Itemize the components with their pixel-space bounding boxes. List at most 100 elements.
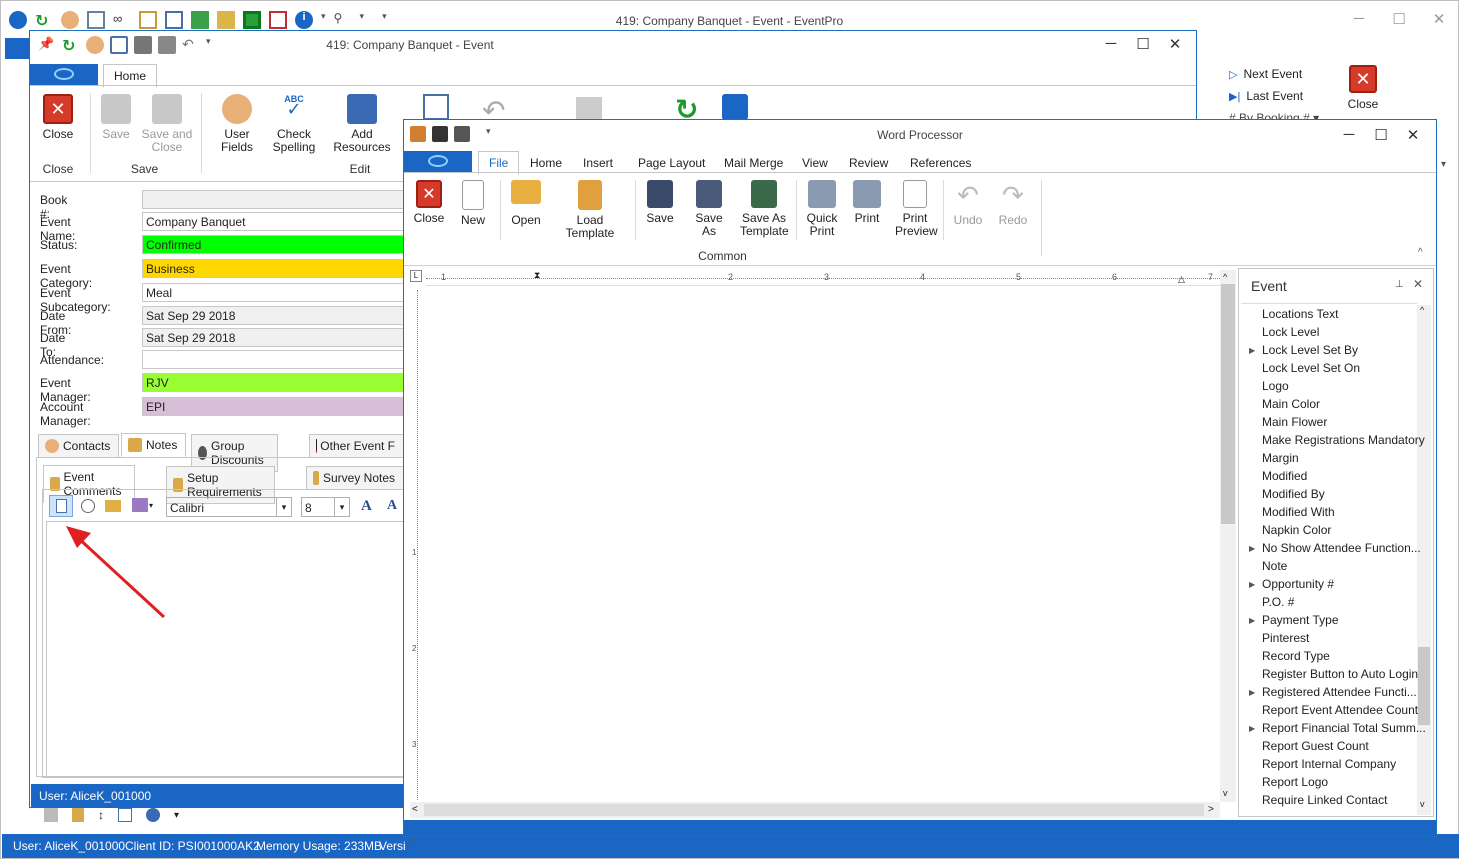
wp-new-button[interactable]: New — [456, 180, 490, 227]
chevron-down-icon[interactable]: ▾ — [174, 810, 179, 821]
scroll-down-icon[interactable]: v — [1223, 788, 1228, 798]
open-folder-icon[interactable] — [105, 500, 121, 512]
main-close-button[interactable]: ✕ Close — [1343, 65, 1383, 111]
field-list-item[interactable]: Note — [1262, 559, 1287, 573]
tab-selector-icon[interactable]: L — [410, 270, 422, 282]
minimize-icon[interactable]: ─ — [1102, 35, 1120, 53]
event-subcategory-field[interactable]: Meal — [142, 283, 404, 302]
field-list-item[interactable]: Report Financial Total Summ... — [1262, 721, 1426, 735]
field-list-item[interactable]: Require Linked Contact — [1262, 793, 1387, 807]
event-manager-field[interactable]: RJV — [142, 373, 404, 392]
format-icon[interactable] — [132, 498, 148, 512]
wp-app-button[interactable] — [404, 151, 472, 172]
sort-icon[interactable]: ↕ — [98, 808, 104, 822]
scroll-right-icon[interactable]: > — [1208, 804, 1214, 815]
expand-arrow-icon[interactable]: ▶ — [1249, 346, 1255, 355]
grow-font-icon[interactable]: A — [361, 498, 372, 515]
tab-home[interactable]: Home — [530, 156, 562, 170]
panel-scrollbar[interactable]: ^ v — [1417, 305, 1431, 815]
expand-arrow-icon[interactable]: ▶ — [1249, 580, 1255, 589]
field-list-item[interactable]: Main Flower — [1262, 415, 1327, 429]
globe-icon[interactable] — [146, 808, 160, 822]
event-app-button[interactable] — [30, 64, 98, 85]
user-fields-button[interactable]: User Fields — [207, 94, 267, 154]
find-icon[interactable] — [81, 499, 95, 513]
field-list-item[interactable]: Modified — [1262, 469, 1307, 483]
font-select[interactable]: Calibri ▾ — [166, 497, 292, 517]
wp-undo-button[interactable]: ↶ Undo — [950, 180, 986, 227]
scroll-up-icon[interactable]: ^ — [1223, 272, 1227, 282]
field-list-item[interactable]: Pinterest — [1262, 631, 1309, 645]
date-from-field[interactable]: Sat Sep 29 2018 — [142, 306, 404, 325]
field-list-item[interactable]: Report Logo — [1262, 775, 1328, 789]
tab-insert[interactable]: Insert — [583, 156, 613, 170]
document-vertical-scrollbar[interactable]: ^ v — [1220, 270, 1236, 802]
tab-other-event[interactable]: Other Event F — [309, 434, 404, 458]
tab-notes[interactable]: Notes — [121, 433, 187, 457]
wp-redo-button[interactable]: ↷ Redo — [995, 180, 1031, 227]
calculator-icon[interactable] — [423, 94, 449, 120]
event-category-field[interactable]: Business — [142, 259, 404, 278]
expand-arrow-icon[interactable]: ▶ — [1249, 616, 1255, 625]
check-spelling-button[interactable]: ABC ✓ Check Spelling — [270, 94, 318, 154]
maximize-icon[interactable]: ☐ — [1372, 126, 1390, 144]
wp-save-button[interactable]: Save — [642, 180, 678, 225]
wp-load-template-button[interactable]: Load Template — [552, 180, 628, 240]
field-list-item[interactable]: Lock Level — [1262, 325, 1319, 339]
field-list-item[interactable]: Modified With — [1262, 505, 1335, 519]
field-list-item[interactable]: Report Event Attendee Count — [1262, 703, 1418, 717]
open-word-processor-icon[interactable] — [49, 495, 73, 517]
wp-print-preview-button[interactable]: Print Preview — [895, 180, 938, 238]
font-size-select[interactable]: 8 ▾ — [301, 497, 350, 517]
maximize-icon[interactable]: ☐ — [1390, 10, 1408, 28]
grid-small-icon[interactable] — [118, 808, 132, 822]
vertical-ruler[interactable]: 1 2 3 4 — [410, 290, 424, 845]
field-list-item[interactable]: Main Color — [1262, 397, 1320, 411]
wp-close-button[interactable]: ✕ Close — [411, 180, 447, 225]
tab-mail-merge[interactable]: Mail Merge — [724, 156, 783, 170]
tab-contacts[interactable]: Contacts — [38, 434, 120, 458]
field-list-item[interactable]: Report Guest Count — [1262, 739, 1369, 753]
field-list-item[interactable]: Make Registrations Mandatory — [1262, 433, 1425, 447]
horizontal-ruler[interactable]: 1 2 3 4 5 6 7 ⧗ △ — [426, 270, 1220, 286]
next-event-button[interactable]: ▷ Next Event — [1229, 67, 1302, 81]
scroll-down-icon[interactable]: v — [1420, 799, 1425, 809]
date-to-field[interactable]: Sat Sep 29 2018 — [142, 328, 404, 347]
field-list-item[interactable]: Locations Text — [1262, 307, 1339, 321]
scroll-left-icon[interactable]: < — [412, 804, 418, 815]
field-list-item[interactable]: Opportunity # — [1262, 577, 1334, 591]
save-and-close-button[interactable]: Save and Close — [141, 94, 193, 154]
tab-page-layout[interactable]: Page Layout — [638, 156, 705, 170]
field-list-item[interactable]: Lock Level Set On — [1262, 361, 1360, 375]
collapse-ribbon-icon[interactable]: ^ — [1418, 247, 1423, 258]
minimize-icon[interactable]: ─ — [1350, 10, 1368, 28]
expand-arrow-icon[interactable]: ▶ — [1249, 688, 1255, 697]
document-canvas[interactable] — [426, 290, 1220, 802]
field-list-item[interactable]: P.O. # — [1262, 595, 1294, 609]
right-indent-marker-icon[interactable]: △ — [1178, 274, 1185, 285]
field-list-item[interactable]: Napkin Color — [1262, 523, 1331, 537]
wp-quick-print-button[interactable]: Quick Print — [803, 180, 841, 238]
print-small-icon[interactable] — [44, 808, 58, 822]
field-list-item[interactable]: No Show Attendee Function... — [1262, 541, 1421, 555]
pin-icon[interactable]: ⊥ — [1395, 279, 1404, 290]
field-list-item[interactable]: Modified By — [1262, 487, 1325, 501]
attendance-field[interactable] — [142, 350, 404, 369]
close-icon[interactable]: ✕ — [1404, 126, 1422, 144]
scroll-up-icon[interactable]: ^ — [1420, 305, 1424, 315]
document-horizontal-scrollbar[interactable]: < > — [410, 802, 1220, 818]
expand-arrow-icon[interactable]: ▶ — [1249, 544, 1255, 553]
maximize-icon[interactable]: ☐ — [1134, 35, 1152, 53]
add-resources-button[interactable]: Add Resources — [322, 94, 402, 154]
wp-open-button[interactable]: Open — [508, 180, 544, 227]
book-field[interactable] — [142, 190, 404, 209]
last-event-button[interactable]: ▶| Last Event — [1229, 89, 1303, 103]
panel-scroll-thumb[interactable] — [1418, 647, 1430, 725]
field-list-item[interactable]: Logo — [1262, 379, 1289, 393]
status-field[interactable]: Confirmed — [142, 235, 404, 254]
subtab-survey-notes[interactable]: Survey Notes — [306, 466, 404, 490]
wp-save-as-template-button[interactable]: Save As Template — [740, 180, 789, 238]
field-list-item[interactable]: Register Button to Auto Login — [1262, 667, 1418, 681]
close-icon[interactable]: ✕ — [1413, 277, 1423, 291]
collapse-arrow-icon[interactable]: ▾ — [1441, 159, 1446, 170]
